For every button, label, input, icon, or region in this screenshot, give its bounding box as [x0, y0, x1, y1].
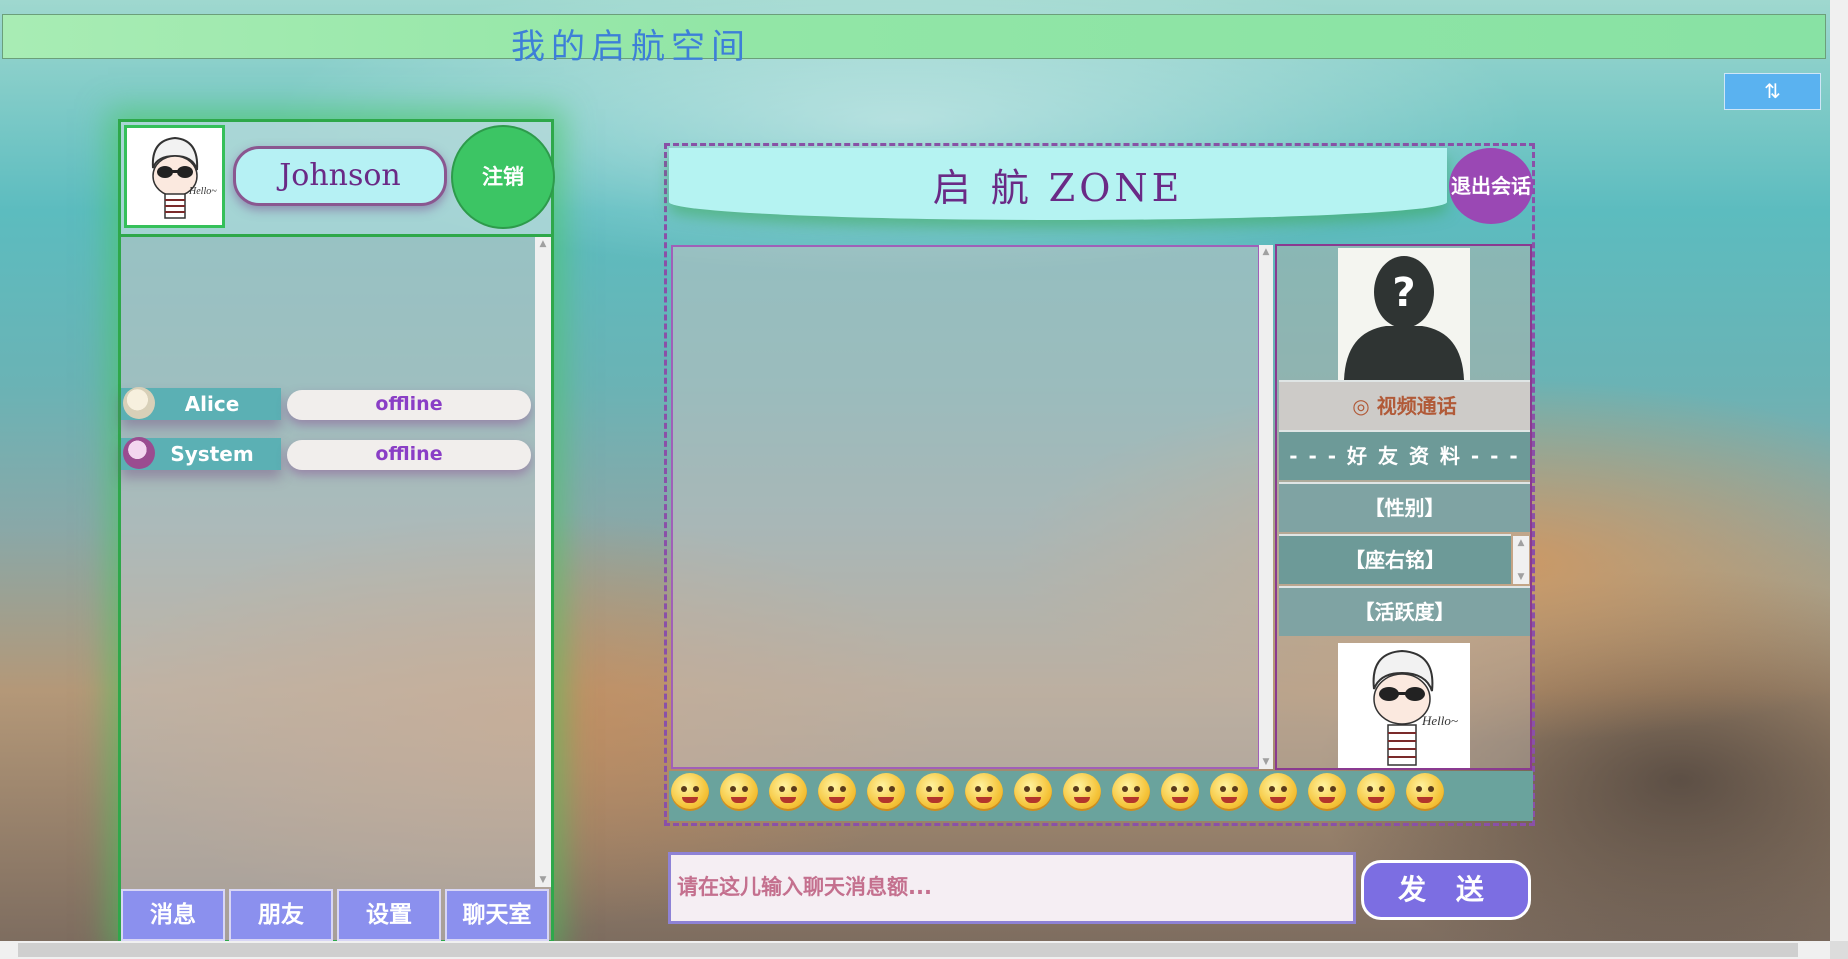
emoji-bar	[669, 771, 1533, 821]
friend-avatar-icon	[123, 387, 155, 419]
cartoon-avatar-icon: Hello~	[1338, 643, 1470, 768]
nav-friends-button[interactable]: 朋友	[229, 889, 333, 941]
emoji-icon[interactable]	[1308, 773, 1346, 811]
svg-text:Hello~: Hello~	[1421, 713, 1458, 728]
top-banner: 我的启航空间	[2, 14, 1826, 67]
friend-status: offline	[287, 390, 531, 420]
video-call-button[interactable]: ◎ 视频通话	[1279, 380, 1530, 430]
chat-panel: 启 航 ZONE 退出会话 ▲ ▼ ? ◎ 视频通话 - - - 好 友 资 料…	[664, 143, 1535, 826]
emoji-icon[interactable]	[1357, 773, 1395, 811]
scroll-down-icon[interactable]: ▼	[536, 873, 550, 887]
profile-bar: Hello~ Johnson 注销	[121, 122, 555, 237]
friend-item[interactable]: Alice offline	[121, 385, 535, 425]
exit-session-button[interactable]: 退出会话	[1449, 148, 1533, 224]
emoji-icon[interactable]	[1161, 773, 1199, 811]
scroll-up-icon[interactable]: ▲	[536, 237, 550, 251]
unknown-mark: ?	[1392, 270, 1415, 316]
friend-item[interactable]: System offline	[121, 435, 535, 475]
emoji-icon[interactable]	[818, 773, 856, 811]
activity-field: 【活跃度】	[1279, 586, 1530, 636]
scrollbar-corner	[1830, 941, 1848, 959]
emoji-icon[interactable]	[965, 773, 1003, 811]
scroll-up-icon[interactable]: ▲	[1514, 536, 1528, 550]
scroll-down-icon[interactable]: ▼	[1259, 755, 1273, 769]
left-panel: Hello~ Johnson 注销 Alice offline System o…	[118, 119, 555, 943]
user-avatar[interactable]: Hello~	[124, 125, 225, 228]
friend-info-panel: ? ◎ 视频通话 - - - 好 友 资 料 - - - 【性别】 【座右铭】 …	[1275, 244, 1532, 770]
friend-status: offline	[287, 440, 531, 470]
emoji-icon[interactable]	[671, 773, 709, 811]
friend-list-scrollbar[interactable]: ▲ ▼	[535, 237, 551, 887]
friend-list: Alice offline System offline	[121, 237, 535, 877]
emoji-icon[interactable]	[1210, 773, 1248, 811]
scroll-up-icon[interactable]: ▲	[1259, 245, 1273, 259]
motto-scrollbar[interactable]: ▲ ▼	[1513, 536, 1529, 584]
emoji-icon[interactable]	[916, 773, 954, 811]
message-area[interactable]	[671, 245, 1260, 769]
nav-settings-button[interactable]: 设置	[337, 889, 441, 941]
username-display: Johnson	[233, 146, 447, 206]
friend-profile-header: - - - 好 友 资 料 - - -	[1279, 430, 1530, 480]
scroll-down-icon[interactable]: ▼	[1514, 570, 1528, 584]
emoji-icon[interactable]	[1406, 773, 1444, 811]
self-avatar: Hello~	[1338, 643, 1470, 768]
chat-header: 启 航 ZONE	[669, 148, 1447, 220]
emoji-icon[interactable]	[1112, 773, 1150, 811]
friend-avatar-icon	[123, 437, 155, 469]
emoji-icon[interactable]	[1259, 773, 1297, 811]
motto-field: 【座右铭】	[1279, 534, 1511, 584]
emoji-icon[interactable]	[1063, 773, 1101, 811]
logout-button[interactable]: 注销	[451, 125, 555, 229]
message-scrollbar[interactable]: ▲ ▼	[1259, 245, 1273, 769]
cartoon-avatar-icon: Hello~	[127, 128, 222, 225]
banner-title: 我的启航空间	[511, 27, 751, 67]
emoji-icon[interactable]	[867, 773, 905, 811]
svg-text:Hello~: Hello~	[188, 186, 217, 197]
emoji-icon[interactable]	[1014, 773, 1052, 811]
horizontal-scroll-thumb[interactable]	[18, 943, 1798, 957]
send-button[interactable]: 发 送	[1361, 860, 1531, 920]
gender-field: 【性别】	[1279, 482, 1530, 532]
window-vertical-scrollbar[interactable]	[1830, 0, 1848, 941]
chat-title: 启 航 ZONE	[932, 166, 1184, 210]
message-input[interactable]: 请在这儿输入聊天消息额...	[668, 852, 1356, 924]
unknown-user-avatar: ?	[1338, 248, 1470, 380]
sort-toggle-button[interactable]: ⇅	[1724, 73, 1821, 110]
emoji-icon[interactable]	[720, 773, 758, 811]
nav-messages-button[interactable]: 消息	[121, 889, 225, 941]
unknown-person-icon: ?	[1338, 248, 1470, 380]
nav-chatroom-button[interactable]: 聊天室	[445, 889, 549, 941]
emoji-icon[interactable]	[769, 773, 807, 811]
bottom-nav: 消息 朋友 设置 聊天室	[121, 889, 551, 943]
